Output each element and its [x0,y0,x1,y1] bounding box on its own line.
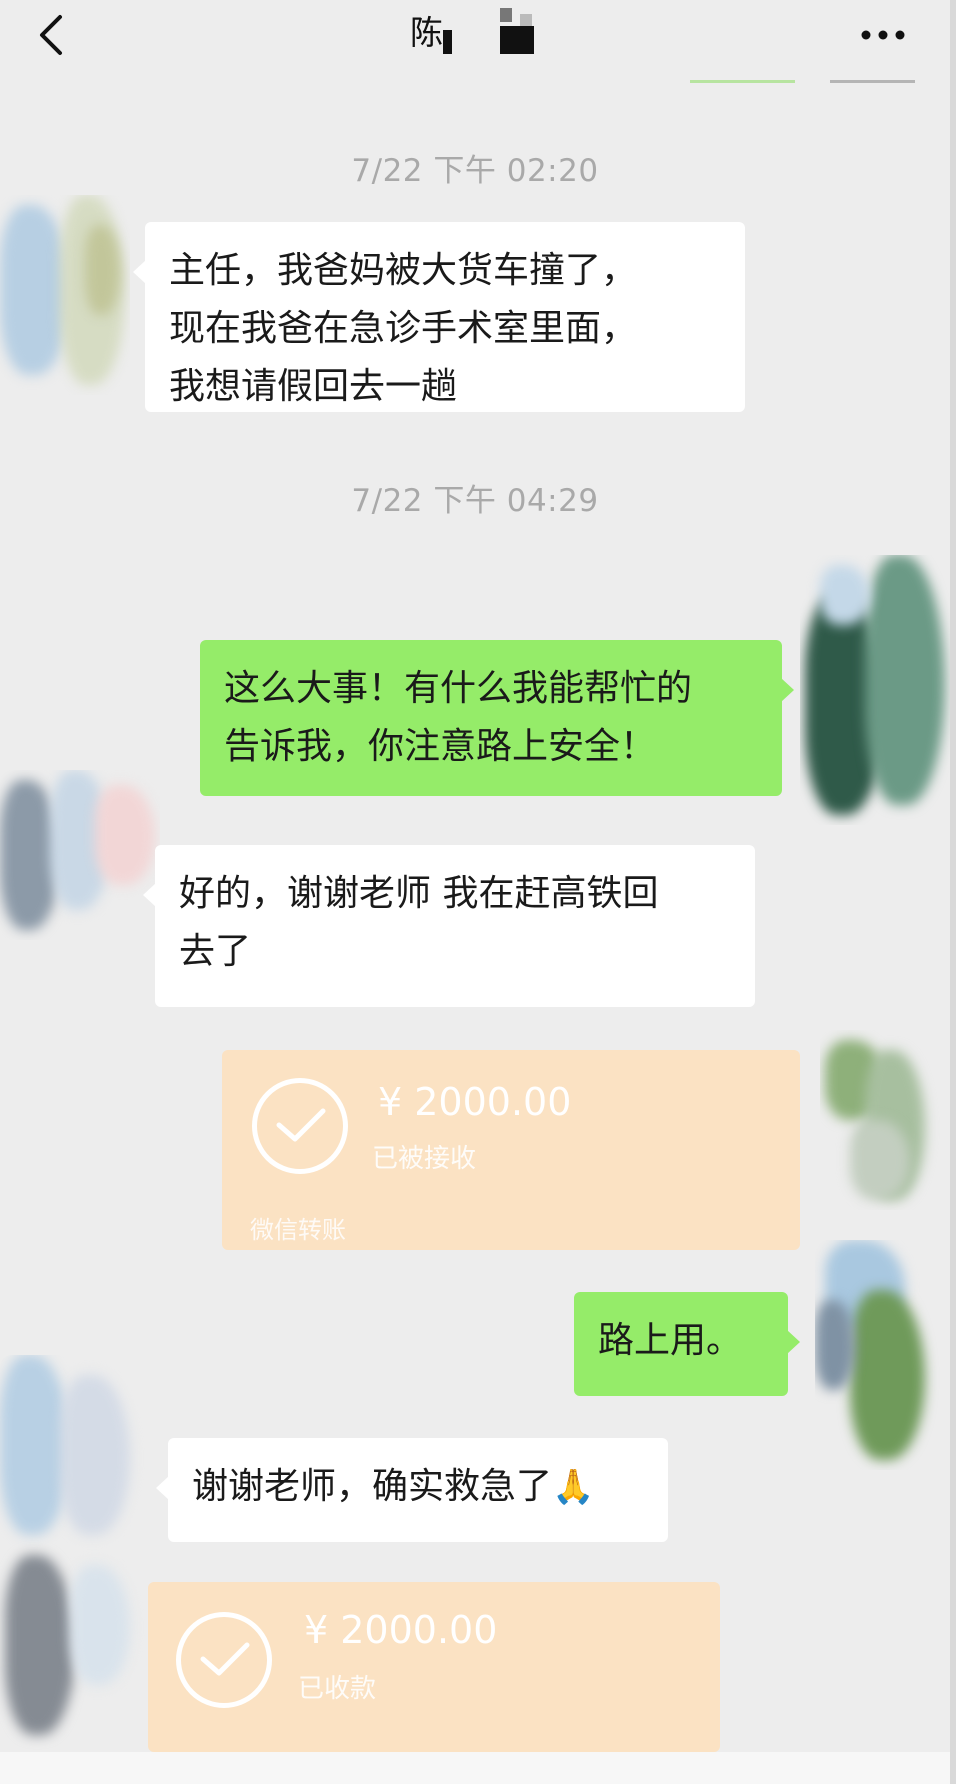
contact-avatar[interactable] [0,770,160,940]
message-line: 告诉我，你注意路上安全！ [224,726,657,767]
message-text: 谢谢老师，确实救急了 [192,1466,553,1507]
chevron-left-icon [40,15,62,55]
transfer-brand: 微信转账 [250,1216,346,1244]
chat-screen: 陈 7/22 下午 02:20 主任，我爸妈被大货车撞了， 现在我爸在急诊手术室… [0,0,956,1784]
transfer-amount: ¥ 2000.00 [378,1080,572,1124]
message-line: 现在我爸在急诊手术室里面， [169,308,638,349]
back-button[interactable] [30,10,70,60]
transfer-status: 已被接收 [372,1144,477,1174]
ellipsis-icon [861,30,905,40]
transfer-card[interactable]: ¥ 2000.00 已收款 [148,1582,720,1752]
transfer-status: 已收款 [298,1674,377,1704]
message-line: 去了 [179,931,252,972]
contact-avatar[interactable] [0,195,130,395]
message-line: 好的，谢谢老师 我在赶高铁回 [179,873,659,914]
own-avatar[interactable] [820,1030,940,1210]
message-timestamp: 7/22 下午 04:29 [351,483,599,519]
input-bar-edge [0,1752,950,1784]
message-line: 这么大事！有什么我能帮忙的 [224,668,693,709]
transfer-card[interactable]: ¥ 2000.00 已被接收 微信转账 [222,1050,800,1250]
sent-message[interactable]: 路上用。 [574,1292,800,1396]
received-message[interactable]: 主任，我爸妈被大货车撞了， 现在我爸在急诊手术室里面， 我想请假回去一趟 [133,222,745,412]
chat-header: 陈 [0,0,950,80]
message-line: 我想请假回去一趟 [169,366,458,407]
received-message[interactable]: 谢谢老师，确实救急了🙏 [156,1438,668,1542]
check-circle-icon [176,1612,272,1708]
sent-message[interactable]: 这么大事！有什么我能帮忙的 告诉我，你注意路上安全！ [200,640,794,796]
folded-hands-icon: 🙏 [552,1467,595,1507]
own-avatar[interactable] [815,1240,940,1470]
contact-avatar[interactable] [0,1355,150,1755]
message-timestamp: 7/22 下午 02:20 [351,153,599,189]
more-button[interactable] [855,10,911,60]
transfer-amount: ¥ 2000.00 [304,1608,498,1652]
own-avatar[interactable] [800,555,950,825]
header-divider [690,80,795,83]
name-redaction-mark [520,14,532,26]
name-redaction-mark [500,26,534,54]
received-message[interactable]: 好的，谢谢老师 我在赶高铁回 去了 [143,845,755,1007]
message-line: 主任，我爸妈被大货车撞了， [169,250,638,291]
check-circle-icon [252,1078,348,1174]
name-redaction-mark [500,8,512,22]
name-redaction-mark [443,30,452,54]
chat-title: 陈 [410,13,443,52]
header-divider [830,80,915,83]
